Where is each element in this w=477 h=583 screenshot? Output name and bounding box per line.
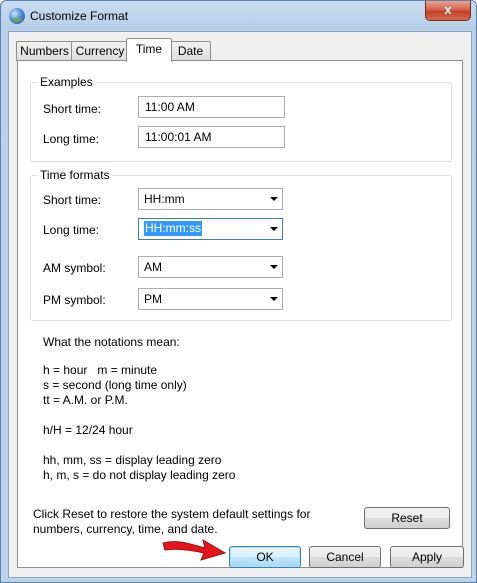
notations-heading: What the notations mean: [43,335,180,349]
time-tab-page: Examples Short time: 11:00 AM Long time:… [17,60,463,568]
example-short-time-label: Short time: [43,102,102,116]
example-short-time-field[interactable]: 11:00 AM [138,96,285,118]
reset-button[interactable]: Reset [364,507,450,529]
tab-time[interactable]: Time [126,38,172,62]
examples-group-title: Examples [37,75,96,89]
notation-line: h/H = 12/24 hour [43,423,133,437]
examples-group: Examples Short time: 11:00 AM Long time:… [30,75,452,162]
long-time-format-label: Long time: [43,223,100,237]
ok-button[interactable]: OK [229,546,301,568]
time-formats-group-title: Time formats [37,168,113,182]
chevron-down-icon[interactable] [270,297,278,301]
apply-button[interactable]: Apply [390,546,464,568]
example-long-time-label: Long time: [43,132,100,146]
title-bar[interactable]: Customize Format x [1,1,476,31]
reset-info-text: Click Reset to restore the system defaul… [33,507,311,521]
am-symbol-select[interactable]: AM [138,256,283,278]
chevron-down-icon[interactable] [270,265,278,269]
am-symbol-label: AM symbol: [43,261,106,275]
chevron-down-icon[interactable] [270,197,278,201]
long-time-format-value[interactable]: HH:mm:ss [144,221,202,236]
tab-date[interactable]: Date [170,41,211,61]
notation-line: hh, mm, ss = display leading zero [43,453,222,467]
time-formats-group: Time formats Short time: HH:mm Long time… [30,168,452,321]
globe-icon [9,8,25,24]
notation-line: h = hour m = minute [43,363,158,377]
red-arrow-icon [162,538,227,561]
notation-line: tt = A.M. or P.M. [43,393,128,407]
tab-currency[interactable]: Currency [71,41,129,61]
am-symbol-value: AM [144,260,162,274]
short-time-format-value: HH:mm [144,192,185,206]
window-title: Customize Format [30,9,129,23]
pm-symbol-label: PM symbol: [43,293,106,307]
example-long-time-field[interactable]: 11:00:01 AM [138,126,285,148]
notation-line: s = second (long time only) [43,378,187,392]
cancel-button[interactable]: Cancel [309,546,381,568]
chevron-down-icon[interactable] [270,227,278,231]
dialog-body: Numbers Currency Time Date Examples Shor… [8,31,472,578]
close-button[interactable]: x [425,1,471,21]
dialog-window: Customize Format x Numbers Currency Time… [0,0,477,583]
notation-line: h, m, s = do not display leading zero [43,468,236,482]
pm-symbol-value: PM [144,292,162,306]
tab-numbers[interactable]: Numbers [16,41,73,61]
short-time-format-label: Short time: [43,193,102,207]
pm-symbol-select[interactable]: PM [138,288,283,310]
short-time-format-select[interactable]: HH:mm [138,188,283,210]
long-time-format-select[interactable]: HH:mm:ss [138,218,283,240]
